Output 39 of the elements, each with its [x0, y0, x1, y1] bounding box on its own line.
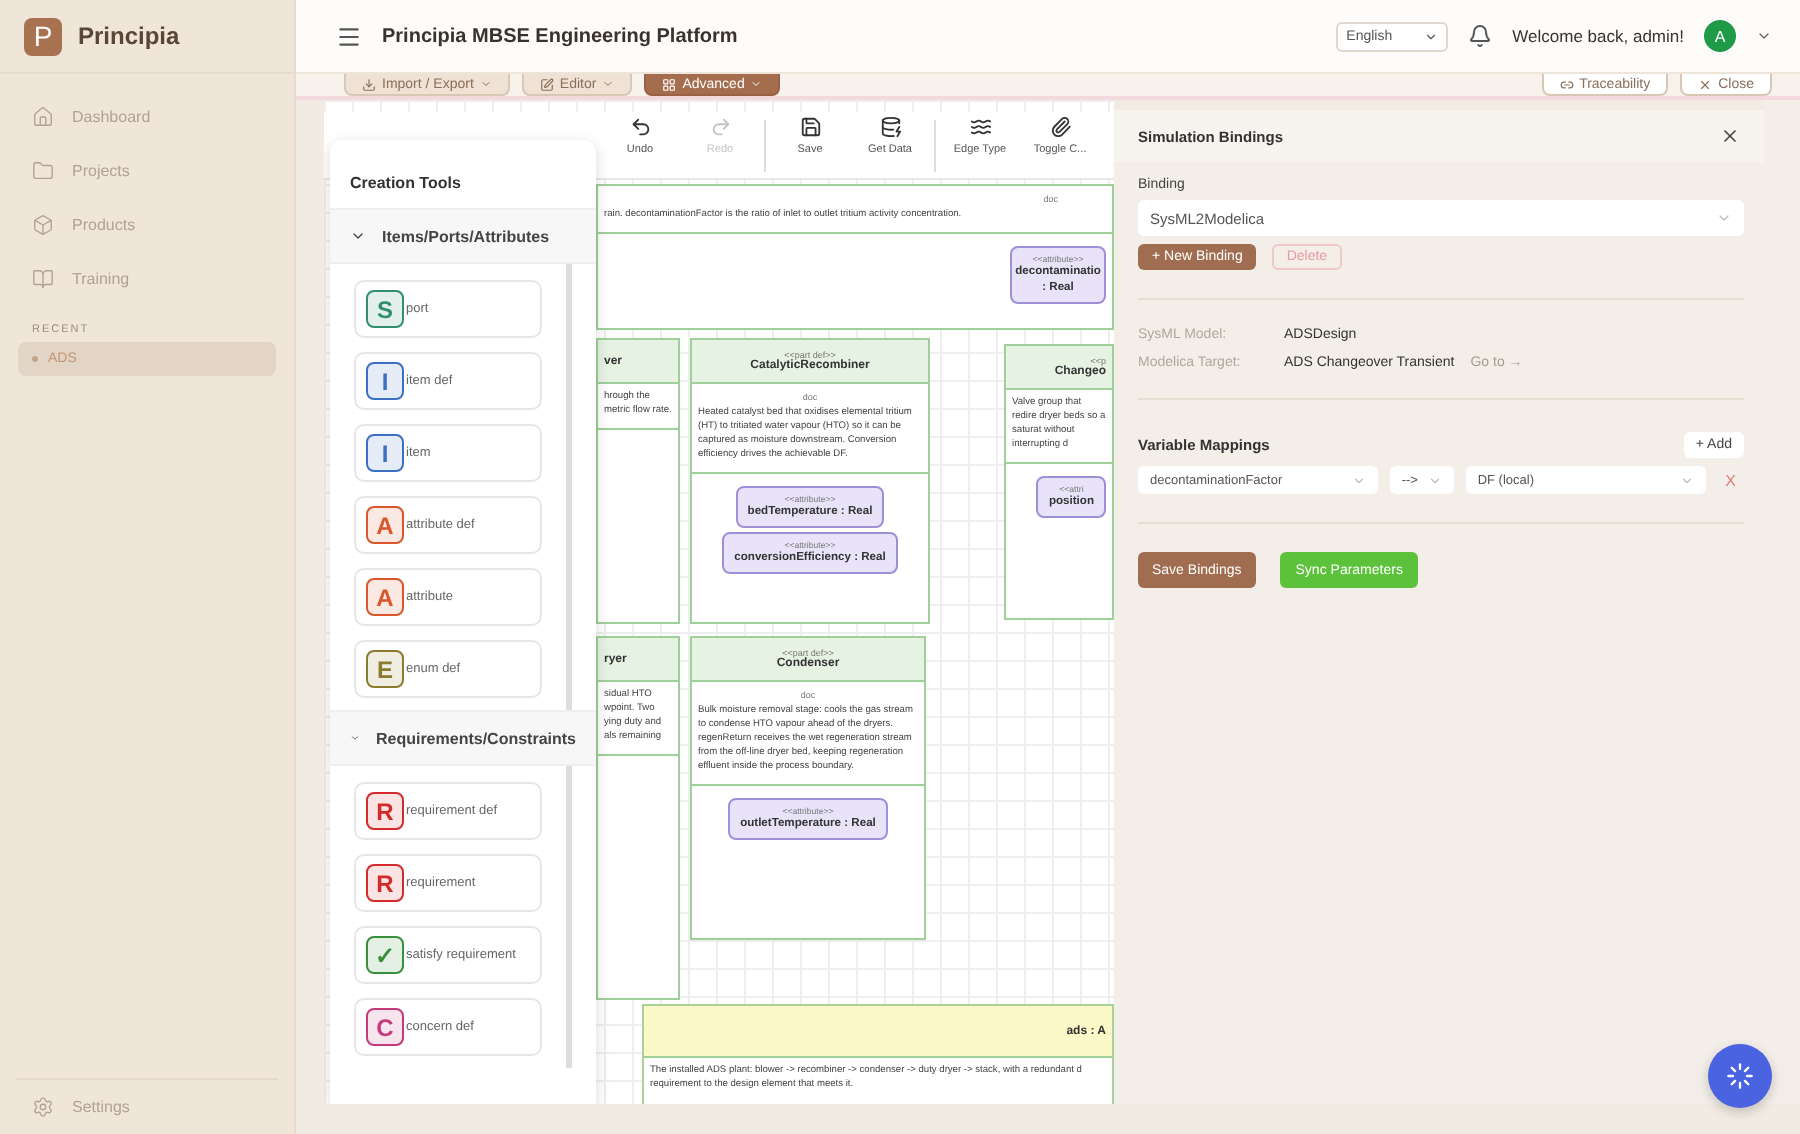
edit-icon — [539, 77, 554, 91]
caret-icon — [1351, 473, 1366, 487]
undo-icon — [629, 115, 651, 137]
app-name: Principia — [78, 22, 180, 50]
logo: P — [24, 17, 62, 55]
caret-icon — [602, 78, 615, 90]
grid-icon — [662, 77, 677, 91]
database-icon — [879, 115, 901, 137]
caret-icon — [1424, 29, 1439, 43]
waves-icon — [969, 115, 991, 137]
caret-icon — [750, 78, 763, 90]
book-icon — [32, 268, 54, 290]
paperclip-icon — [1049, 115, 1071, 137]
settings-icon — [32, 1096, 54, 1118]
caret-icon[interactable] — [1756, 28, 1772, 44]
folder-icon — [32, 160, 54, 182]
page-title: Principia MBSE Engineering Platform — [382, 25, 738, 47]
loader-icon — [1726, 1062, 1754, 1090]
caret-icon — [350, 228, 366, 244]
section-header[interactable]: Items/Ports/Attributes — [330, 208, 596, 264]
link-icon — [1559, 77, 1574, 91]
close-icon[interactable] — [1720, 126, 1740, 146]
download-icon — [362, 77, 376, 91]
redo-icon — [709, 115, 731, 137]
cube-icon — [32, 214, 54, 236]
close-icon — [1698, 77, 1713, 91]
caret-icon — [479, 78, 492, 90]
welcome-text: Welcome back, admin! — [1512, 26, 1684, 46]
house-icon — [32, 106, 54, 128]
panel-title: Creation Tools — [348, 172, 463, 196]
caret-icon — [1716, 210, 1732, 226]
section-header[interactable]: Requirements/Constraints — [330, 710, 596, 766]
menu-icon[interactable] — [336, 23, 362, 49]
save-icon — [799, 115, 821, 137]
bell-icon[interactable] — [1468, 24, 1493, 48]
avatar[interactable]: A — [1704, 20, 1736, 52]
caret-icon — [350, 730, 360, 746]
caret-icon — [1679, 473, 1694, 487]
caret-icon — [1427, 473, 1442, 487]
